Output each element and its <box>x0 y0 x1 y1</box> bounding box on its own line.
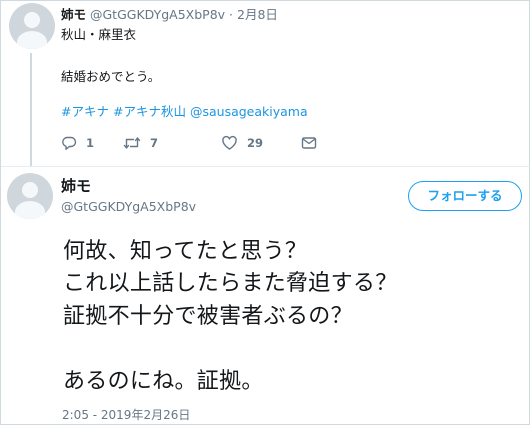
avatar-head-shape <box>22 182 38 198</box>
header-separator: · <box>229 7 234 22</box>
parent-tweet[interactable]: 姉モ @GtGGKDYgA5XbP8v · 2月8日 秋山・麻里衣 結婚おめでと… <box>1 1 530 167</box>
follow-button[interactable]: フォローする <box>408 181 522 211</box>
tweet-card: 姉モ @GtGGKDYgA5XbP8v · 2月8日 秋山・麻里衣 結婚おめでと… <box>0 0 530 425</box>
reply-button[interactable]: 1 <box>61 135 94 151</box>
avatar[interactable] <box>7 173 53 219</box>
tweet-actions: 1 7 29 <box>61 135 321 153</box>
divider <box>1 166 530 167</box>
tweet-text-line: 何故、知ってたと思う？ <box>63 239 308 264</box>
tweet-text-line: あるのにね。証拠。 <box>63 369 264 394</box>
author-name[interactable]: 姉モ <box>61 7 86 22</box>
author-handle[interactable]: @GtGGKDYgA5XbP8v <box>90 7 225 22</box>
retweet-button[interactable]: 7 <box>123 135 158 151</box>
reply-icon <box>61 135 77 151</box>
avatar[interactable] <box>9 3 55 49</box>
hashtag-list: #アキナ #アキナ秋山 @sausageakiyama <box>61 101 312 120</box>
tweet-text-line: 証拠不十分で被害者ぶるの？ <box>63 304 353 329</box>
tweet-text-line: これ以上話したらまた脅迫する？ <box>63 271 398 296</box>
retweet-icon <box>123 135 141 151</box>
hashtag-link[interactable]: #アキナ <box>61 104 109 119</box>
avatar-head-shape <box>24 12 40 28</box>
parent-tweet-line: 結婚おめでとう。 <box>61 69 161 84</box>
tweet-timestamp[interactable]: 2:05 - 2019年2月26日 <box>62 406 190 423</box>
envelope-icon <box>301 135 317 151</box>
parent-tweet-header: 姉モ @GtGGKDYgA5XbP8v · 2月8日 <box>61 4 278 23</box>
thread-connector <box>30 53 32 167</box>
author-handle[interactable]: @GtGGKDYgA5XbP8v <box>61 199 196 214</box>
reply-count: 1 <box>86 136 95 150</box>
parent-tweet-line: 秋山・麻里衣 <box>61 27 137 42</box>
hashtag-link[interactable]: #アキナ秋山 <box>113 104 186 119</box>
retweet-count: 7 <box>150 136 159 150</box>
like-button[interactable]: 29 <box>221 135 263 151</box>
author-name[interactable]: 姉モ <box>61 175 91 196</box>
avatar-body-shape <box>15 201 45 219</box>
avatar-body-shape <box>17 31 47 49</box>
heart-icon <box>221 135 238 151</box>
like-count: 29 <box>247 136 264 150</box>
direct-message-button[interactable] <box>301 135 317 151</box>
mention-link[interactable]: @sausageakiyama <box>190 104 308 119</box>
tweet-date[interactable]: 2月8日 <box>237 7 278 22</box>
